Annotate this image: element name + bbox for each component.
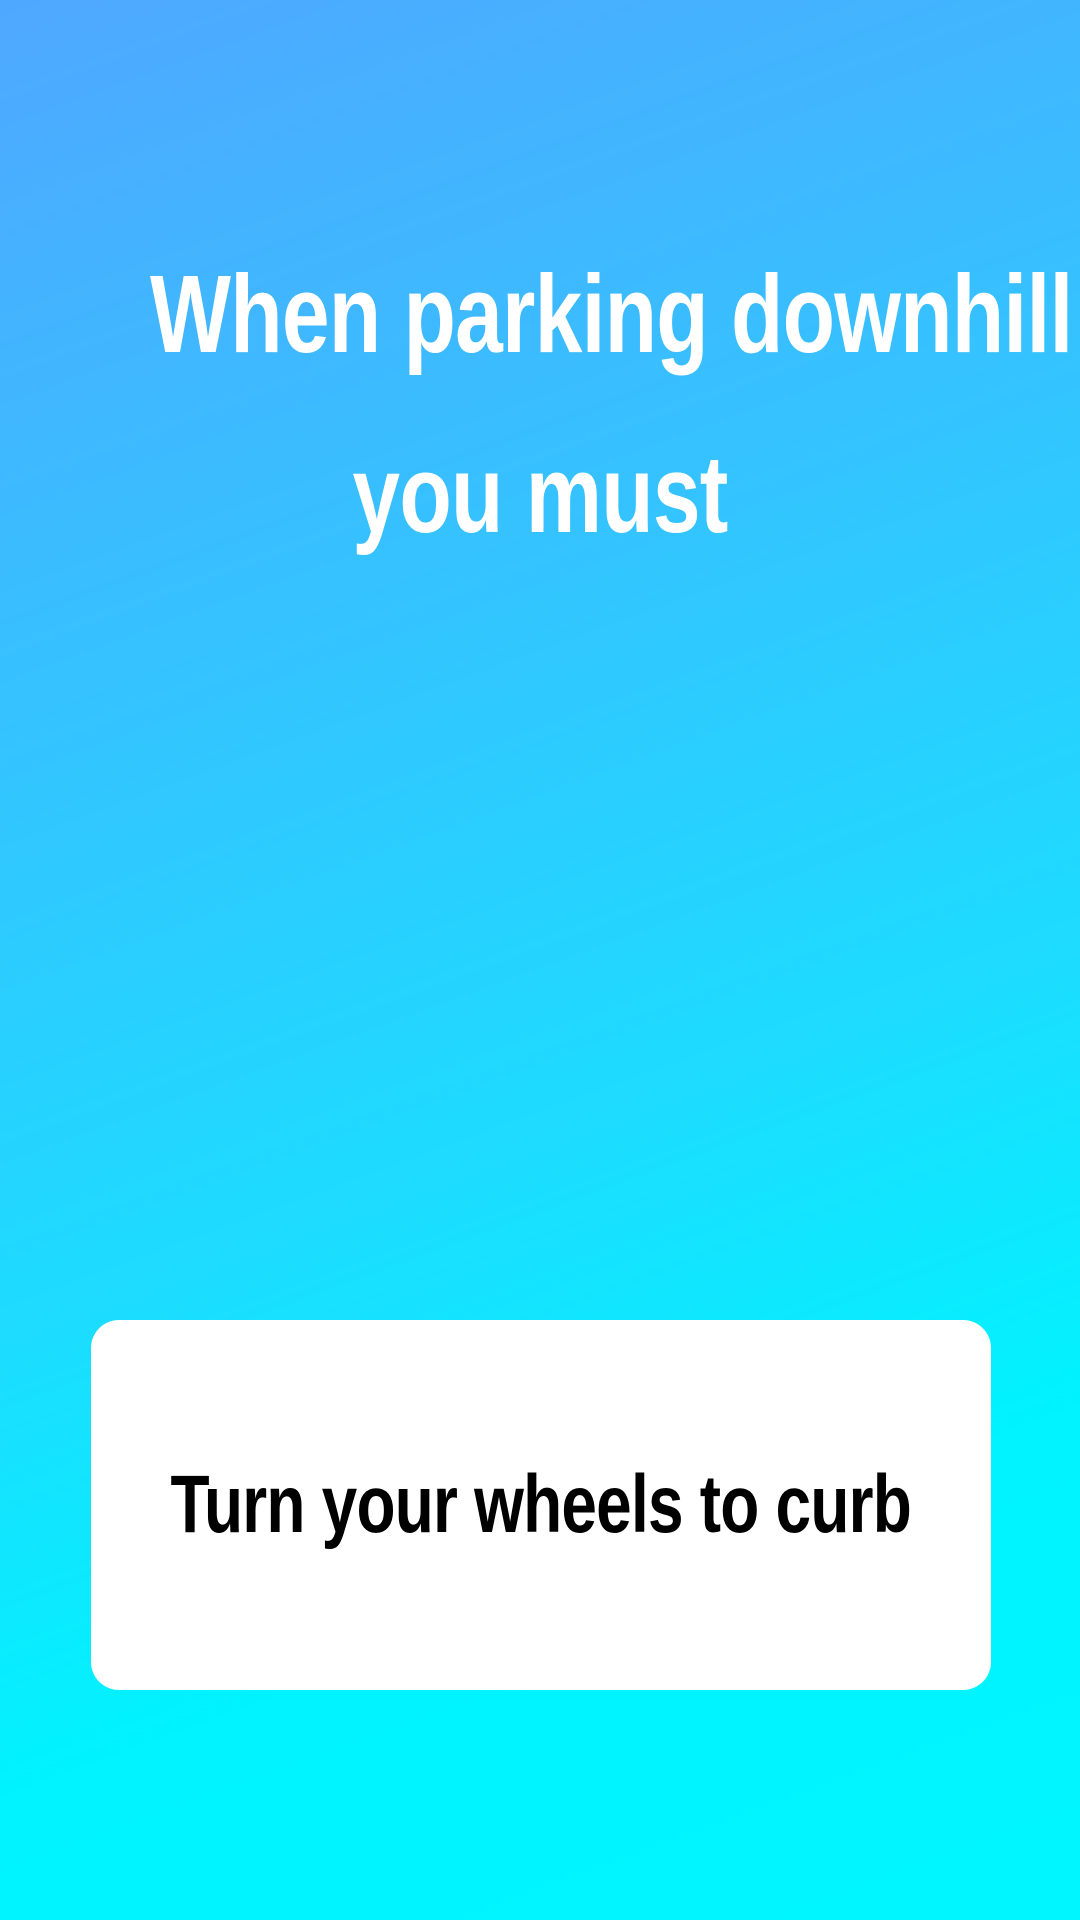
question-line-2: you must bbox=[352, 433, 728, 556]
answer-label: Turn your wheels to curb bbox=[170, 1459, 912, 1550]
answer-card[interactable]: Turn your wheels to curb bbox=[91, 1320, 991, 1690]
question-heading: When parking downhill you must bbox=[40, 225, 1073, 585]
question-line-1: When parking downhill bbox=[150, 253, 1073, 376]
quiz-screen: { "question": { "lines": ["When parking … bbox=[0, 0, 1080, 1920]
